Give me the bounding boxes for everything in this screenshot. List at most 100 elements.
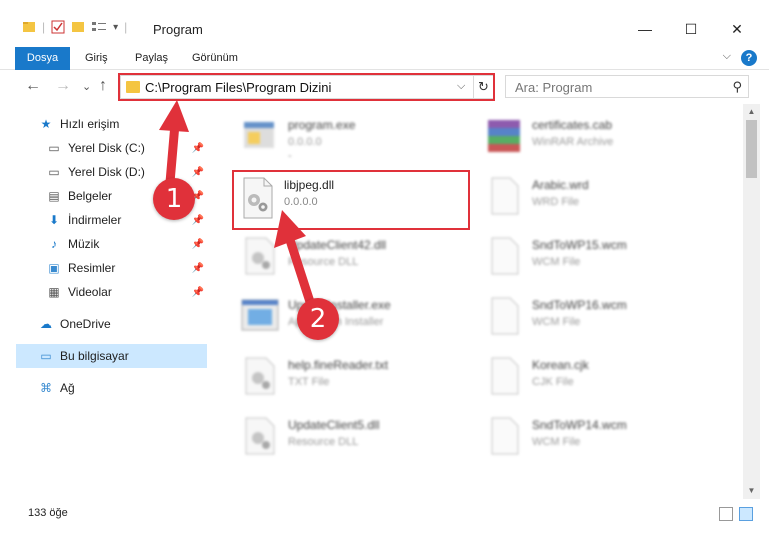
video-icon: ▦ [48, 285, 60, 299]
file-type: CJK File [532, 376, 574, 388]
ribbon-tabs: Dosya Giriş Paylaş Görünüm ⌵ ? [0, 44, 769, 70]
quick-access-toolbar: | ▾ | [22, 20, 127, 34]
sidebar-item-music[interactable]: ♪ Müzik 📌 [0, 232, 208, 256]
window-title: Program [153, 22, 203, 37]
list-item[interactable]: program.exe 0.0.0.0 - [238, 110, 478, 166]
sidebar-item-network[interactable]: ⌘ Ağ [0, 376, 208, 400]
file-name: program.exe [288, 118, 356, 132]
properties-check-icon[interactable] [51, 20, 65, 34]
up-arrow-icon[interactable]: ↑ [99, 77, 107, 95]
chevron-down-icon[interactable]: ⌵ [723, 50, 731, 63]
pin-icon[interactable]: 📌 [192, 287, 204, 298]
search-placeholder: Ara: Program [515, 80, 593, 95]
vertical-scrollbar[interactable]: ▲ ▼ [743, 104, 760, 499]
drive-icon: ▭ [48, 141, 60, 155]
tab-view[interactable]: Görünüm [192, 48, 238, 68]
file-type: TXT File [288, 376, 330, 388]
tab-share[interactable]: Paylaş [135, 48, 168, 68]
download-icon: ⬇ [48, 213, 60, 227]
new-folder-icon[interactable] [71, 20, 85, 34]
recent-locations-icon[interactable]: ⌄ [82, 80, 91, 93]
list-item[interactable]: Korean.cjk CJK File [482, 350, 722, 406]
file-name: certificates.cab [532, 118, 613, 132]
tab-file[interactable]: Dosya [15, 47, 70, 70]
list-item[interactable]: help.fineReader.txt TXT File [238, 350, 478, 406]
sidebar-item-videos[interactable]: ▦ Videolar 📌 [0, 280, 208, 304]
blank-file-icon [491, 417, 519, 455]
blank-file-icon [491, 177, 519, 215]
sidebar-item-label: Yerel Disk (C:) [68, 141, 145, 155]
search-input[interactable]: Ara: Program ⚲ [505, 75, 749, 98]
list-item[interactable]: SndToWP14.wcm WCM File [482, 410, 722, 466]
view-switcher [719, 507, 753, 521]
file-version: 0.0.0.0 [288, 136, 322, 148]
back-arrow-icon[interactable]: ← [25, 77, 41, 95]
sidebar-item-label: Yerel Disk (D:) [68, 165, 145, 179]
sidebar-item-this-pc[interactable]: ▭ Bu bilgisayar [16, 344, 207, 368]
sidebar-item-label: Bu bilgisayar [60, 349, 129, 363]
separator: | [42, 20, 46, 34]
item-count: 133 öğe [28, 507, 68, 519]
computer-icon: ▭ [40, 349, 52, 363]
file-type: WinRAR Archive [532, 136, 614, 148]
details-view-icon[interactable] [719, 507, 733, 521]
pin-icon[interactable]: 📌 [192, 215, 204, 226]
file-name: Korean.cjk [532, 358, 589, 372]
view-options-icon[interactable] [91, 20, 107, 34]
scroll-down-icon[interactable]: ▼ [743, 483, 760, 499]
scroll-up-icon[interactable]: ▲ [743, 104, 760, 120]
step-badge-2: 2 [297, 298, 339, 340]
sidebar-item-label: Belgeler [68, 189, 113, 203]
list-item[interactable]: UpdateClient5.dll Resource DLL [238, 410, 478, 466]
minimize-button[interactable]: — [622, 14, 668, 44]
network-icon: ⌘ [40, 381, 52, 395]
star-icon: ★ [40, 117, 52, 131]
blank-file-icon [491, 297, 519, 335]
file-name: Arabic.wrd [532, 178, 589, 192]
list-item[interactable]: certificates.cab WinRAR Archive [482, 110, 722, 166]
tab-home[interactable]: Giriş [85, 48, 108, 68]
search-icon[interactable]: ⚲ [732, 79, 742, 95]
address-highlight-box [118, 73, 495, 101]
archive-icon [488, 120, 520, 152]
sidebar-item-pictures[interactable]: ▣ Resimler 📌 [0, 256, 208, 280]
pin-icon[interactable]: 📌 [192, 239, 204, 250]
list-item[interactable]: SndToWP15.wcm WCM File [482, 230, 722, 286]
dll-gear-icon [245, 357, 275, 395]
help-icon[interactable]: ? [741, 50, 757, 66]
sidebar-item-label: İndirmeler [68, 213, 122, 227]
title-bar: | ▾ | Program — ☐ ✕ [0, 0, 769, 44]
file-name: help.fineReader.txt [288, 358, 389, 372]
cloud-icon: ☁ [40, 317, 52, 331]
sidebar-item-label: Videolar [68, 285, 112, 299]
exe-icon [244, 122, 274, 148]
list-item[interactable]: SndToWP16.wcm WCM File [482, 290, 722, 346]
list-item[interactable]: Arabic.wrd WRD File [482, 170, 722, 226]
close-button[interactable]: ✕ [714, 14, 760, 44]
file-type: WCM File [532, 316, 581, 328]
forward-arrow-icon[interactable]: → [55, 77, 71, 95]
step-badge-1: 1 [153, 178, 195, 220]
file-type: Resource DLL [288, 436, 359, 448]
dll-gear-icon [245, 417, 275, 455]
file-type: WRD File [532, 196, 580, 208]
drive-icon: ▭ [48, 165, 60, 179]
separator: | [124, 20, 128, 34]
sidebar-item-label: Hızlı erişim [60, 117, 120, 131]
sidebar-item-label: Resimler [68, 261, 116, 275]
sidebar-item-label: Müzik [68, 237, 100, 251]
blank-file-icon [491, 357, 519, 395]
pin-icon[interactable]: 📌 [192, 263, 204, 274]
scroll-thumb[interactable] [746, 120, 757, 178]
file-type: WCM File [532, 256, 581, 268]
documents-icon: ▤ [48, 189, 60, 203]
sidebar-item-label: Ağ [60, 381, 75, 395]
maximize-button[interactable]: ☐ [668, 14, 714, 44]
large-icons-view-icon[interactable] [739, 507, 753, 521]
music-icon: ♪ [51, 237, 57, 251]
pictures-icon: ▣ [48, 261, 60, 275]
file-name: SndToWP14.wcm [532, 418, 627, 432]
qat-dropdown-icon[interactable]: ▾ [113, 22, 118, 33]
sidebar-item-onedrive[interactable]: ☁ OneDrive [0, 312, 208, 336]
folder-icon[interactable] [22, 20, 36, 34]
